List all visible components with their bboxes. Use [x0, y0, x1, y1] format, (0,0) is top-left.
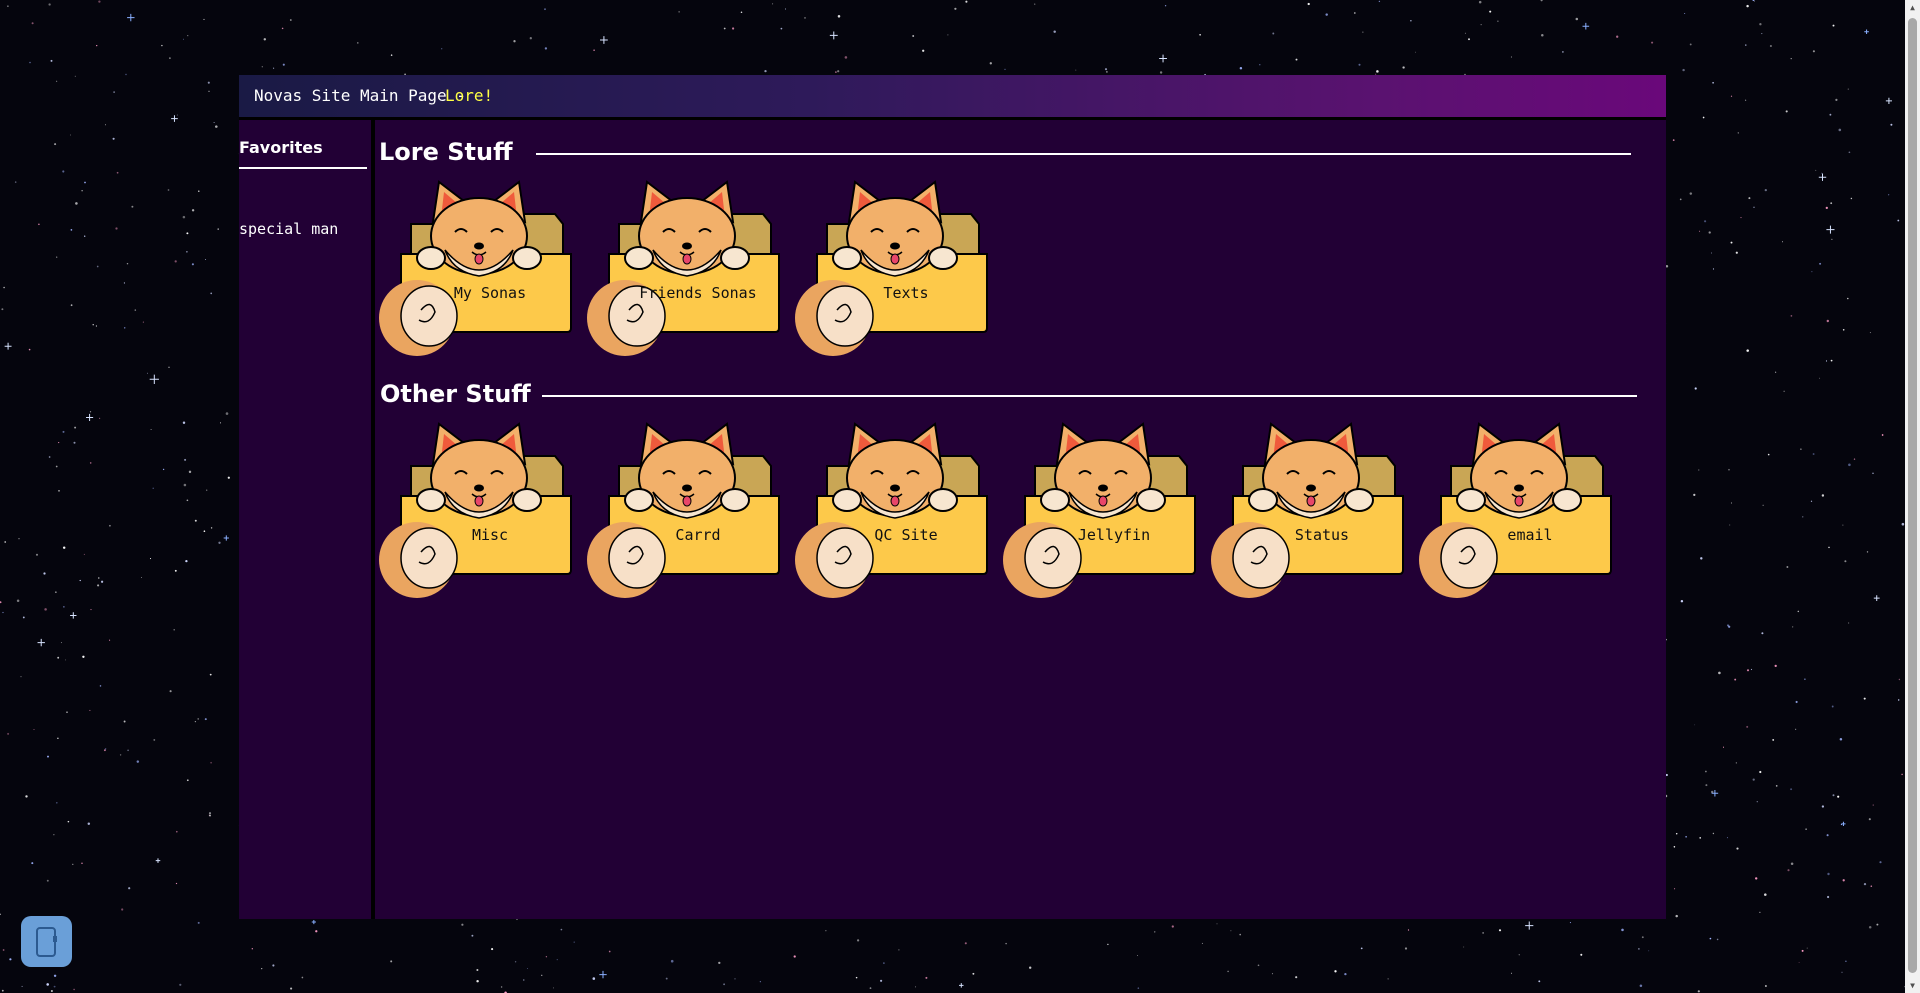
folder-jellyfin[interactable]: Jellyfin — [999, 422, 1207, 602]
mobile-view-button[interactable] — [21, 916, 72, 967]
folder-my-sonas[interactable]: My Sonas — [375, 180, 583, 360]
folder-label: Misc — [471, 526, 509, 544]
folder-label: email — [1507, 526, 1553, 544]
section-divider — [542, 395, 1637, 397]
folder-carrd[interactable]: Carrd — [583, 422, 791, 602]
corgi-folder-icon — [379, 180, 572, 356]
favorites-divider — [239, 167, 367, 169]
folder-misc[interactable]: Misc — [375, 422, 583, 602]
corgi-folder-icon — [379, 422, 572, 598]
folder-status[interactable]: Status — [1207, 422, 1415, 602]
corgi-folder-icon — [795, 180, 988, 356]
site-title: Novas Site Main Page - — [254, 86, 466, 105]
section-divider — [536, 153, 1631, 155]
corgi-folder-icon — [795, 422, 988, 598]
folder-label: QC Site — [874, 526, 938, 544]
section-title-other-stuff: Other Stuff — [380, 380, 531, 408]
folder-qc-site[interactable]: QC Site — [791, 422, 999, 602]
corgi-folder-icon — [587, 180, 780, 356]
folder-label: Status — [1294, 526, 1350, 544]
main-window: Novas Site Main Page - Lore! Favorites s… — [239, 75, 1666, 919]
scrollbar-thumb[interactable] — [1908, 18, 1917, 973]
corgi-folder-icon — [587, 422, 780, 598]
corgi-folder-icon — [1211, 422, 1404, 598]
window-titlebar: Novas Site Main Page - Lore! — [239, 75, 1666, 120]
folder-label: My Sonas — [453, 284, 527, 302]
folder-texts[interactable]: Texts — [791, 180, 999, 360]
folder-label: Texts — [883, 284, 929, 302]
folder-email[interactable]: email — [1415, 422, 1623, 602]
folder-label: Friends Sonas — [639, 284, 757, 302]
current-page-title: Lore! — [445, 86, 494, 105]
scroll-up-arrow-icon[interactable]: ▲ — [1905, 0, 1920, 15]
scroll-down-arrow-icon[interactable]: ▼ — [1905, 978, 1920, 993]
page-scrollbar[interactable]: ▲ ▼ — [1905, 0, 1920, 993]
favorites-heading: Favorites — [239, 138, 323, 157]
folder-friends-sonas[interactable]: Friends Sonas — [583, 180, 791, 360]
folder-label: Carrd — [675, 526, 721, 544]
corgi-folder-icon — [1419, 422, 1612, 598]
corgi-folder-icon — [1003, 422, 1196, 598]
folder-label: Jellyfin — [1077, 526, 1151, 544]
favorites-sidebar: Favorites special man — [239, 120, 375, 919]
phone-icon — [36, 927, 57, 957]
main-content: Lore Stuff My Sonas Friends Sonas Texts … — [375, 120, 1666, 919]
section-title-lore-stuff: Lore Stuff — [379, 138, 513, 166]
favorite-link-special-man[interactable]: special man — [239, 220, 338, 238]
